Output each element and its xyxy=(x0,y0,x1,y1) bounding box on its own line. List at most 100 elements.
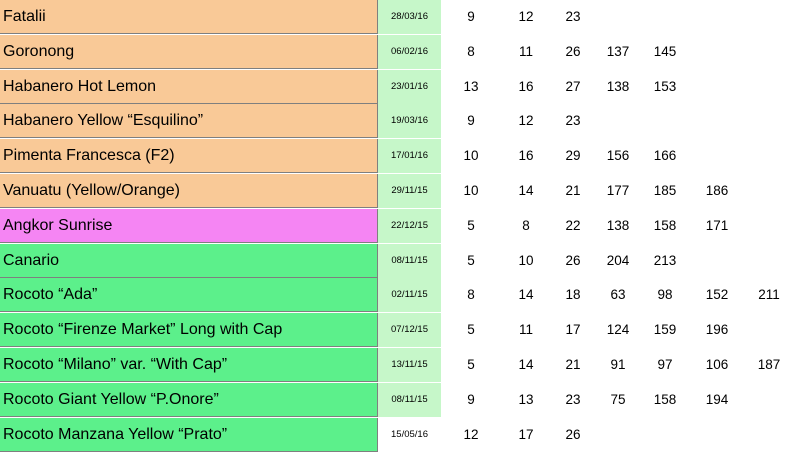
day-count-cell[interactable]: 17 xyxy=(549,313,597,347)
day-count-cell[interactable]: 12 xyxy=(447,418,495,452)
day-count-cell[interactable]: 138 xyxy=(594,70,642,104)
day-count-cell[interactable] xyxy=(745,209,793,243)
day-count-cell[interactable]: 14 xyxy=(502,174,550,208)
day-count-cell[interactable]: 159 xyxy=(641,313,689,347)
day-count-cell[interactable]: 153 xyxy=(641,70,689,104)
sowing-date-cell[interactable]: 08/11/15 xyxy=(378,244,441,278)
day-count-cell[interactable]: 63 xyxy=(594,278,642,312)
day-count-cell[interactable]: 5 xyxy=(447,244,495,278)
day-count-cell[interactable]: 138 xyxy=(594,209,642,243)
day-count-cell[interactable]: 204 xyxy=(594,244,642,278)
sowing-date-cell[interactable]: 13/11/15 xyxy=(378,348,441,382)
day-count-cell[interactable]: 137 xyxy=(594,35,642,69)
day-count-cell[interactable] xyxy=(594,418,642,452)
day-count-cell[interactable] xyxy=(745,139,793,173)
sowing-date-cell[interactable]: 15/05/16 xyxy=(378,418,441,452)
day-count-cell[interactable] xyxy=(693,139,741,173)
day-count-cell[interactable] xyxy=(693,70,741,104)
day-count-cell[interactable]: 10 xyxy=(502,244,550,278)
day-count-cell[interactable]: 14 xyxy=(502,278,550,312)
variety-name-cell[interactable]: Habanero Hot Lemon xyxy=(0,70,378,104)
day-count-cell[interactable] xyxy=(745,244,793,278)
sowing-date-cell[interactable]: 28/03/16 xyxy=(378,0,441,34)
day-count-cell[interactable] xyxy=(745,70,793,104)
day-count-cell[interactable] xyxy=(745,313,793,347)
day-count-cell[interactable]: 22 xyxy=(549,209,597,243)
variety-name-cell[interactable]: Rocoto Manzana Yellow “Prato” xyxy=(0,418,378,452)
day-count-cell[interactable]: 23 xyxy=(549,104,597,138)
day-count-cell[interactable]: 91 xyxy=(594,348,642,382)
day-count-cell[interactable]: 8 xyxy=(447,35,495,69)
day-count-cell[interactable]: 156 xyxy=(594,139,642,173)
day-count-cell[interactable]: 5 xyxy=(447,313,495,347)
variety-name-cell[interactable]: Fatalii xyxy=(0,0,378,34)
day-count-cell[interactable] xyxy=(745,104,793,138)
variety-name-cell[interactable]: Rocoto “Milano” var. “With Cap” xyxy=(0,348,378,382)
day-count-cell[interactable]: 16 xyxy=(502,70,550,104)
day-count-cell[interactable]: 14 xyxy=(502,348,550,382)
day-count-cell[interactable]: 97 xyxy=(641,348,689,382)
day-count-cell[interactable]: 185 xyxy=(641,174,689,208)
day-count-cell[interactable]: 26 xyxy=(549,244,597,278)
day-count-cell[interactable]: 158 xyxy=(641,209,689,243)
variety-name-cell[interactable]: Habanero Yellow “Esquilino” xyxy=(0,104,378,138)
day-count-cell[interactable]: 13 xyxy=(502,383,550,417)
day-count-cell[interactable] xyxy=(693,418,741,452)
day-count-cell[interactable]: 11 xyxy=(502,313,550,347)
day-count-cell[interactable] xyxy=(693,104,741,138)
day-count-cell[interactable] xyxy=(693,244,741,278)
day-count-cell[interactable]: 213 xyxy=(641,244,689,278)
day-count-cell[interactable] xyxy=(641,0,689,34)
day-count-cell[interactable]: 8 xyxy=(502,209,550,243)
variety-name-cell[interactable]: Rocoto Giant Yellow “P.Onore” xyxy=(0,383,378,417)
day-count-cell[interactable]: 21 xyxy=(549,348,597,382)
day-count-cell[interactable]: 17 xyxy=(502,418,550,452)
variety-name-cell[interactable]: Angkor Sunrise xyxy=(0,209,378,243)
day-count-cell[interactable]: 177 xyxy=(594,174,642,208)
day-count-cell[interactable] xyxy=(745,35,793,69)
day-count-cell[interactable] xyxy=(641,418,689,452)
day-count-cell[interactable]: 21 xyxy=(549,174,597,208)
day-count-cell[interactable]: 171 xyxy=(693,209,741,243)
day-count-cell[interactable]: 5 xyxy=(447,209,495,243)
day-count-cell[interactable]: 23 xyxy=(549,383,597,417)
day-count-cell[interactable]: 9 xyxy=(447,0,495,34)
sowing-date-cell[interactable]: 17/01/16 xyxy=(378,139,441,173)
variety-name-cell[interactable]: Canario xyxy=(0,244,378,278)
day-count-cell[interactable]: 106 xyxy=(693,348,741,382)
variety-name-cell[interactable]: Rocoto “Ada” xyxy=(0,278,378,312)
day-count-cell[interactable]: 26 xyxy=(549,35,597,69)
variety-name-cell[interactable]: Pimenta Francesca (F2) xyxy=(0,139,378,173)
day-count-cell[interactable]: 23 xyxy=(549,0,597,34)
day-count-cell[interactable] xyxy=(745,174,793,208)
day-count-cell[interactable]: 8 xyxy=(447,278,495,312)
day-count-cell[interactable]: 27 xyxy=(549,70,597,104)
day-count-cell[interactable]: 11 xyxy=(502,35,550,69)
day-count-cell[interactable]: 152 xyxy=(693,278,741,312)
sowing-date-cell[interactable]: 08/11/15 xyxy=(378,383,441,417)
day-count-cell[interactable]: 29 xyxy=(549,139,597,173)
day-count-cell[interactable]: 166 xyxy=(641,139,689,173)
day-count-cell[interactable]: 145 xyxy=(641,35,689,69)
day-count-cell[interactable]: 186 xyxy=(693,174,741,208)
day-count-cell[interactable] xyxy=(693,0,741,34)
day-count-cell[interactable]: 187 xyxy=(745,348,793,382)
day-count-cell[interactable] xyxy=(745,418,793,452)
variety-name-cell[interactable]: Rocoto “Firenze Market” Long with Cap xyxy=(0,313,378,347)
day-count-cell[interactable]: 16 xyxy=(502,139,550,173)
day-count-cell[interactable] xyxy=(594,104,642,138)
day-count-cell[interactable] xyxy=(745,0,793,34)
day-count-cell[interactable]: 10 xyxy=(447,139,495,173)
day-count-cell[interactable] xyxy=(594,0,642,34)
variety-name-cell[interactable]: Vanuatu (Yellow/Orange) xyxy=(0,174,378,208)
sowing-date-cell[interactable]: 06/02/16 xyxy=(378,35,441,69)
day-count-cell[interactable]: 75 xyxy=(594,383,642,417)
day-count-cell[interactable]: 98 xyxy=(641,278,689,312)
sowing-date-cell[interactable]: 19/03/16 xyxy=(378,104,441,138)
day-count-cell[interactable]: 13 xyxy=(447,70,495,104)
day-count-cell[interactable]: 18 xyxy=(549,278,597,312)
sowing-date-cell[interactable]: 23/01/16 xyxy=(378,70,441,104)
day-count-cell[interactable]: 196 xyxy=(693,313,741,347)
sowing-date-cell[interactable]: 29/11/15 xyxy=(378,174,441,208)
day-count-cell[interactable] xyxy=(641,104,689,138)
